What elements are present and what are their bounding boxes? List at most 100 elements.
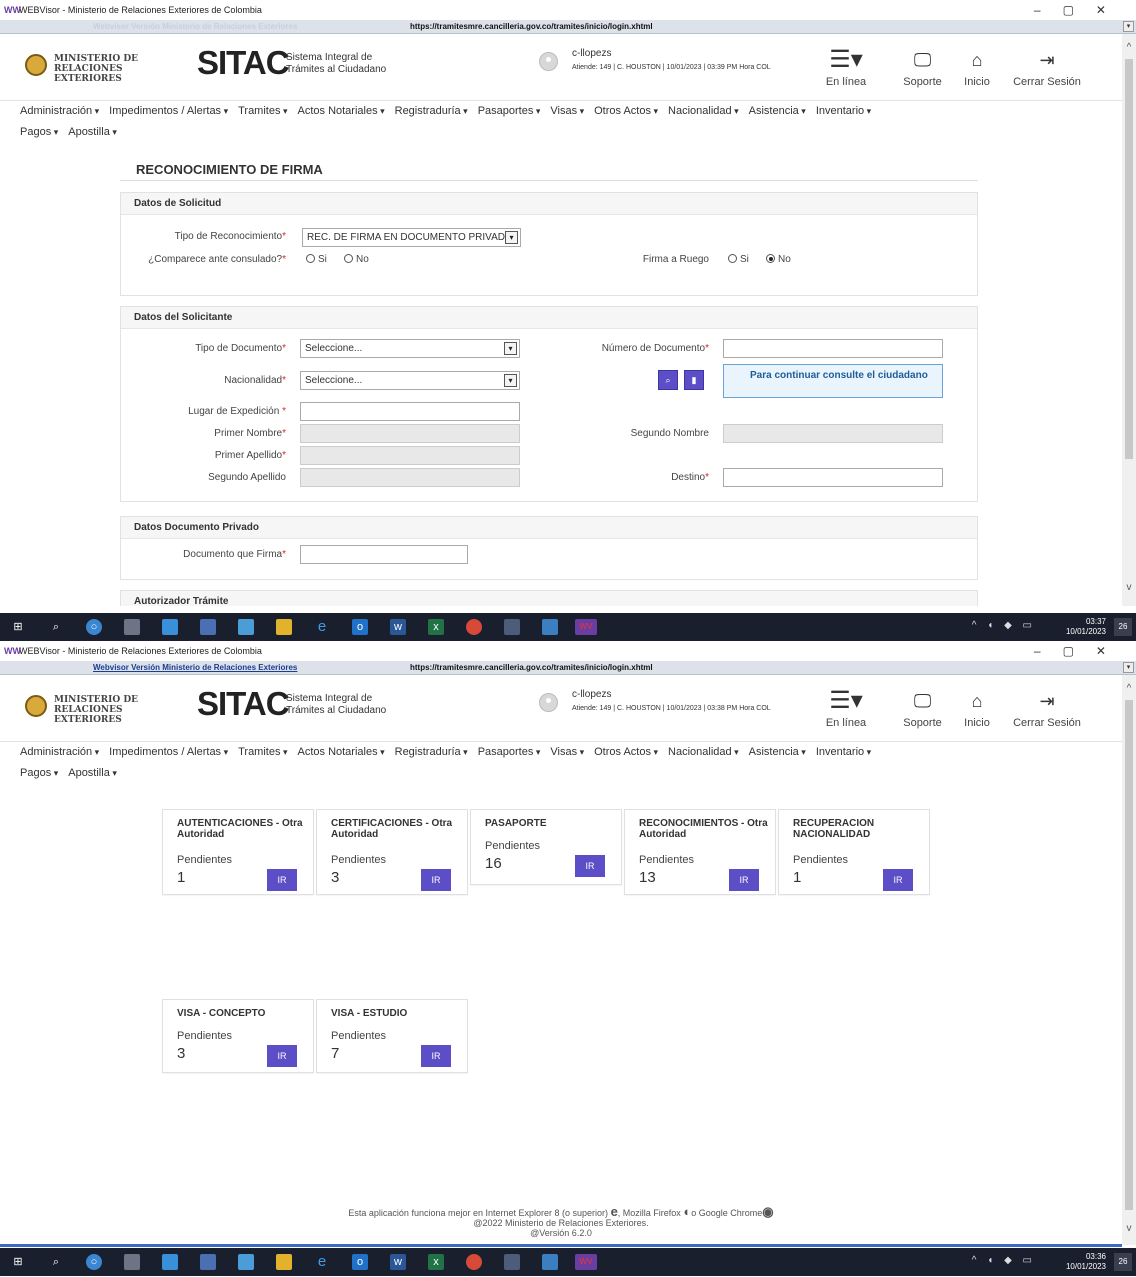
menu-administracion[interactable]: Administración <box>20 746 99 758</box>
chevron-down-icon[interactable]: ▾ <box>1123 662 1134 673</box>
tipo-reconocimiento-select[interactable]: REC. DE FIRMA EN DOCUMENTO PRIVADO ▾ <box>302 228 521 247</box>
search-icon[interactable]: ⌕ <box>48 1254 64 1270</box>
webvisor-link[interactable]: Webvisor Versión Ministerio de Relacione… <box>93 20 297 34</box>
app-icon[interactable] <box>162 1254 178 1270</box>
outlook-icon[interactable]: o <box>352 619 368 635</box>
menu-asistencia[interactable]: Asistencia <box>749 105 806 117</box>
chevron-down-icon[interactable]: v <box>1122 582 1136 593</box>
ruego-radio-si[interactable]: Si <box>726 254 749 265</box>
system-tray-icons[interactable]: ^ ◖ ◆ ▭ <box>972 620 1036 631</box>
notification-icon[interactable]: 26 <box>1114 618 1132 636</box>
clear-citizen-button[interactable]: ▮ <box>684 370 704 390</box>
menu-tramites[interactable]: Tramites <box>238 105 287 117</box>
calculator-icon[interactable] <box>504 619 520 635</box>
app-icon[interactable] <box>238 619 254 635</box>
documento-firma-input[interactable] <box>300 545 468 564</box>
chevron-down-icon[interactable]: v <box>1122 1223 1136 1234</box>
app-icon[interactable] <box>200 619 216 635</box>
chrome-icon[interactable] <box>466 1254 482 1270</box>
menu-actos-notariales[interactable]: Actos Notariales <box>298 105 385 117</box>
nacionalidad-select[interactable]: Seleccione... ▾ <box>300 371 520 390</box>
menu-otros-actos[interactable]: Otros Actos <box>594 746 658 758</box>
windows-start-icon[interactable]: ⊞ <box>10 1254 26 1270</box>
search-icon[interactable]: ⌕ <box>48 619 64 635</box>
menu-nacionalidad[interactable]: Nacionalidad <box>668 105 739 117</box>
app-icon[interactable] <box>542 619 558 635</box>
app-icon[interactable] <box>238 1254 254 1270</box>
word-icon[interactable]: w <box>390 1254 406 1270</box>
app-icon[interactable] <box>124 1254 140 1270</box>
app-icon[interactable] <box>124 619 140 635</box>
excel-icon[interactable]: x <box>428 1254 444 1270</box>
word-icon[interactable]: w <box>390 619 406 635</box>
menu-impedimentos[interactable]: Impedimentos / Alertas <box>109 105 228 117</box>
numero-documento-input[interactable] <box>723 339 943 358</box>
menu-nacionalidad[interactable]: Nacionalidad <box>668 746 739 758</box>
excel-icon[interactable]: x <box>428 619 444 635</box>
chrome-icon[interactable] <box>466 619 482 635</box>
app-icon[interactable] <box>162 619 178 635</box>
vertical-scrollbar[interactable]: ^ v <box>1122 675 1136 1245</box>
menu-visas[interactable]: Visas <box>550 105 584 117</box>
ir-button[interactable]: IR <box>729 869 759 891</box>
url-text[interactable]: https://tramitesmre.cancilleria.gov.co/t… <box>410 20 653 34</box>
menu-visas[interactable]: Visas <box>550 746 584 758</box>
lugar-expedicion-input[interactable] <box>300 402 520 421</box>
ir-button[interactable]: IR <box>267 869 297 891</box>
tipo-documento-select[interactable]: Seleccione... ▾ <box>300 339 520 358</box>
menu-impedimentos[interactable]: Impedimentos / Alertas <box>109 746 228 758</box>
ir-button[interactable]: IR <box>421 1045 451 1067</box>
menu-pasaportes[interactable]: Pasaportes <box>478 105 541 117</box>
ir-button[interactable]: IR <box>267 1045 297 1067</box>
app-icon[interactable] <box>200 1254 216 1270</box>
search-citizen-button[interactable]: ⌕ <box>658 370 678 390</box>
chevron-up-icon[interactable]: ^ <box>1122 683 1136 694</box>
menu-registraduria[interactable]: Registraduría <box>395 105 468 117</box>
menu-apostilla[interactable]: Apostilla <box>68 126 117 138</box>
menu-actos-notariales[interactable]: Actos Notariales <box>298 746 385 758</box>
logout-button[interactable]: ⇥ Cerrar Sesión <box>1008 44 1086 88</box>
webvisor-task-icon[interactable]: WV <box>575 619 597 635</box>
online-menu-button[interactable]: ☰▾ En línea <box>816 685 876 729</box>
chevron-down-icon[interactable]: ▾ <box>1123 21 1134 32</box>
ruego-radio-no[interactable]: No <box>764 254 791 265</box>
logout-button[interactable]: ⇥ Cerrar Sesión <box>1008 685 1086 729</box>
webvisor-task-icon[interactable]: WV <box>575 1254 597 1270</box>
menu-registraduria[interactable]: Registraduría <box>395 746 468 758</box>
cortana-icon[interactable]: ○ <box>86 1254 102 1270</box>
menu-pasaportes[interactable]: Pasaportes <box>478 746 541 758</box>
notification-icon[interactable]: 26 <box>1114 1253 1132 1271</box>
scrollbar-thumb[interactable] <box>1125 700 1133 1210</box>
support-button[interactable]: 🖵 Soporte <box>900 685 945 729</box>
menu-otros-actos[interactable]: Otros Actos <box>594 105 658 117</box>
online-menu-button[interactable]: ☰▾ En línea <box>816 44 876 88</box>
menu-asistencia[interactable]: Asistencia <box>749 746 806 758</box>
folder-icon[interactable] <box>276 619 292 635</box>
ir-button[interactable]: IR <box>883 869 913 891</box>
menu-inventario[interactable]: Inventario <box>816 746 871 758</box>
menu-apostilla[interactable]: Apostilla <box>68 767 117 779</box>
menu-administracion[interactable]: Administración <box>20 105 99 117</box>
app-icon[interactable] <box>542 1254 558 1270</box>
calculator-icon[interactable] <box>504 1254 520 1270</box>
ie-icon[interactable]: e <box>314 1254 330 1270</box>
comparece-radio-si[interactable]: Si <box>304 254 327 265</box>
ie-icon[interactable]: e <box>314 619 330 635</box>
menu-inventario[interactable]: Inventario <box>816 105 871 117</box>
webvisor-link[interactable]: Webvisor Versión Ministerio de Relacione… <box>93 661 297 675</box>
support-button[interactable]: 🖵 Soporte <box>900 44 945 88</box>
menu-pagos[interactable]: Pagos <box>20 767 58 779</box>
home-button[interactable]: ⌂ Inicio <box>960 44 994 88</box>
url-text[interactable]: https://tramitesmre.cancilleria.gov.co/t… <box>410 661 653 675</box>
window-controls[interactable]: –▢✕ <box>1034 0 1128 20</box>
scrollbar-thumb[interactable] <box>1125 59 1133 459</box>
windows-start-icon[interactable]: ⊞ <box>10 619 26 635</box>
home-button[interactable]: ⌂ Inicio <box>960 685 994 729</box>
cortana-icon[interactable]: ○ <box>86 619 102 635</box>
ir-button[interactable]: IR <box>421 869 451 891</box>
system-tray-icons[interactable]: ^ ◖ ◆ ▭ <box>972 1255 1036 1266</box>
chevron-up-icon[interactable]: ^ <box>1122 42 1136 53</box>
menu-tramites[interactable]: Tramites <box>238 746 287 758</box>
vertical-scrollbar[interactable]: ^ v <box>1122 34 1136 606</box>
ir-button[interactable]: IR <box>575 855 605 877</box>
